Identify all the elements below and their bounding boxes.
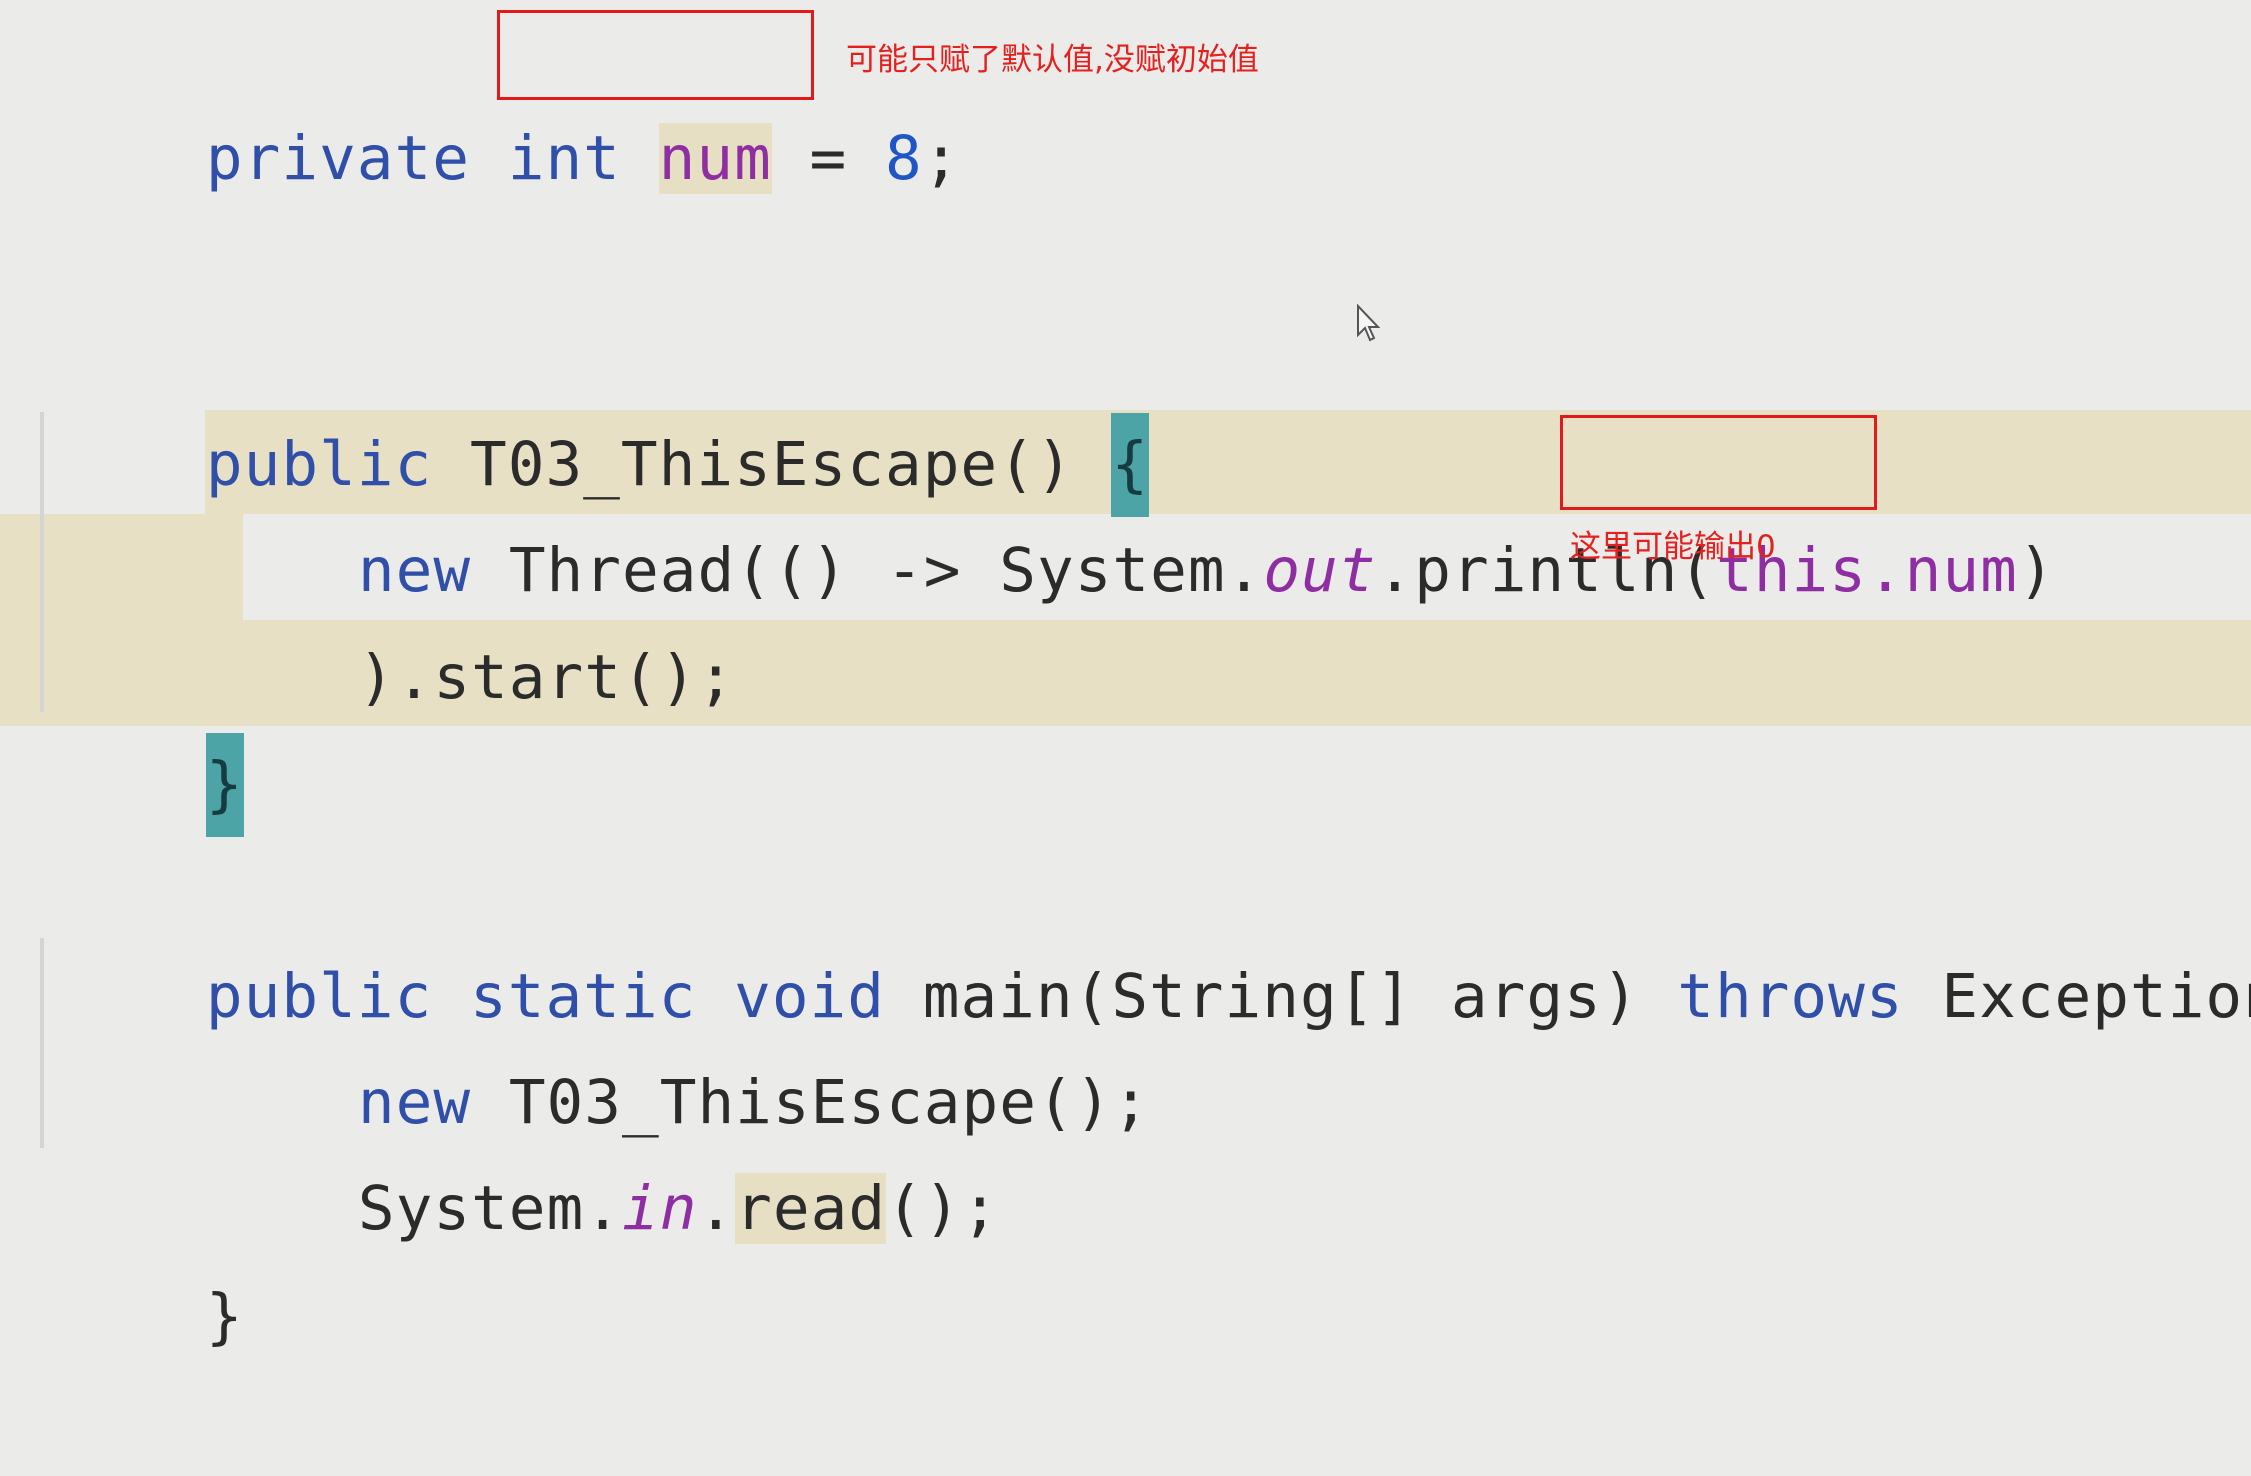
system-reference[interactable]: System. [358, 1173, 622, 1244]
indent-guide-constructor [40, 412, 44, 712]
code-line-main-end: } [55, 1158, 244, 1352]
static-field-in[interactable]: in [622, 1173, 697, 1244]
statement-terminator: ; [922, 123, 961, 194]
member-access-dot: . [697, 1173, 736, 1244]
code-editor[interactable]: private int num = 8; public T03_ThisEsca… [0, 0, 2251, 1352]
keyword-throws: throws [1677, 961, 1904, 1032]
annotation-default-value: 可能只赋了默认值,没赋初始值 [846, 42, 1259, 78]
field-highlight-box [497, 10, 814, 100]
field-num[interactable]: num [658, 123, 772, 194]
indent-guide-main [40, 938, 44, 1148]
integer-literal: 8 [885, 123, 923, 194]
code-line-new-instance: new T03_ThisEscape(); [207, 944, 1150, 1138]
annotation-output-zero: 这里可能输出0 [1570, 529, 1776, 565]
code-line-thread-start: ).start(); [207, 519, 735, 713]
keyword-private: private [205, 123, 470, 194]
start-call[interactable]: ).start(); [358, 642, 735, 713]
code-line-system-read: System.in.read(); [207, 1050, 999, 1244]
code-line-constructor-signature: public T03_ThisEscape() { [55, 306, 1150, 517]
code-line-main-signature: public static void main(String[] args) t… [55, 838, 2251, 1032]
code-line-constructor-end: } [55, 626, 244, 837]
read-call-tail: (); [886, 1173, 1000, 1244]
static-field-out[interactable]: out [1263, 535, 1376, 606]
read-method[interactable]: read [735, 1173, 887, 1244]
closing-paren: ) [2017, 535, 2056, 606]
output-highlight-box [1560, 415, 1877, 510]
keyword-int: int [507, 123, 621, 194]
mouse-pointer-icon [1357, 304, 1380, 342]
assignment-operator: = [771, 123, 886, 194]
exception-type[interactable]: Exception { [1941, 961, 2251, 1032]
closing-brace-main: } [205, 1281, 244, 1352]
matched-closing-brace: } [205, 733, 244, 837]
